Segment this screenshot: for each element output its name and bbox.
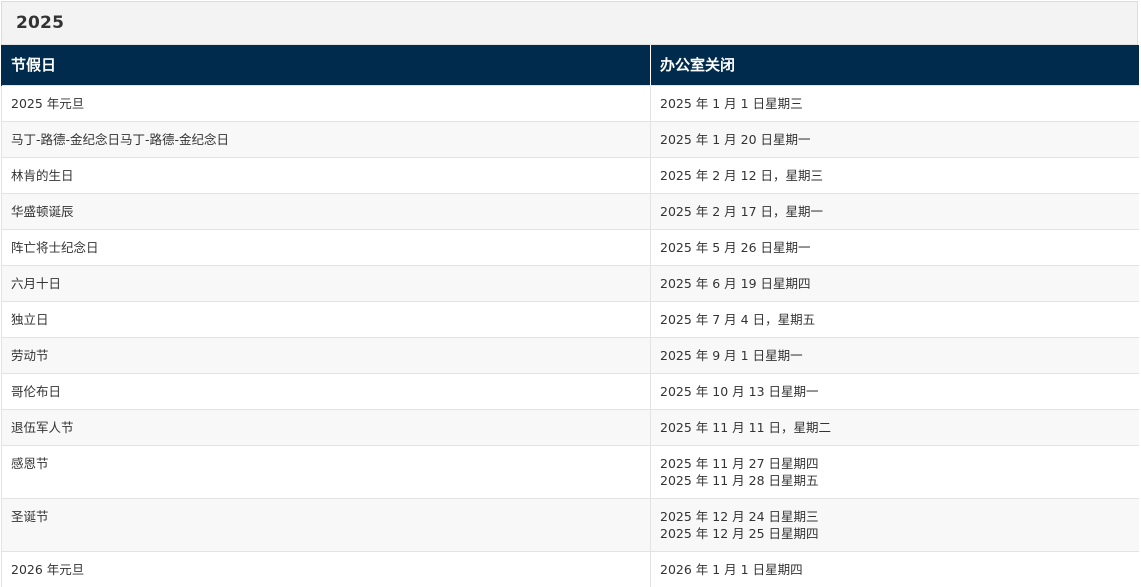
closure-date: 2025 年 10 月 13 日星期一 <box>660 383 819 399</box>
office-closed-cell: 2025 年 2 月 17 日，星期一 <box>650 192 1139 229</box>
holiday-panel: 2025 节假日 办公室关闭 2025 年元旦 2025 年 1 月 1 日星期三… <box>1 1 1139 587</box>
closure-date: 2025 年 6 月 19 日星期四 <box>660 275 811 291</box>
holiday-name-cell: 哥伦布日 <box>1 372 651 409</box>
panel-title: 2025 <box>16 13 65 33</box>
office-closed-cell: 2025 年 11 月 27 日星期四 2025 年 11 月 28 日星期五 <box>650 444 1139 498</box>
holiday-name-cell: 2025 年元旦 <box>1 84 651 121</box>
closure-date: 2025 年 2 月 12 日，星期三 <box>660 167 824 183</box>
office-closed-cell: 2025 年 10 月 13 日星期一 <box>650 372 1139 409</box>
office-closed-cell: 2025 年 2 月 12 日，星期三 <box>650 156 1139 193</box>
holiday-name-cell: 劳动节 <box>1 336 651 373</box>
table-row: 独立日 2025 年 7 月 4 日，星期五 <box>1 300 1139 337</box>
table-row: 六月十日 2025 年 6 月 19 日星期四 <box>1 264 1139 301</box>
closure-date: 2025 年 9 月 1 日星期一 <box>660 347 803 363</box>
holiday-name-cell: 圣诞节 <box>1 497 651 551</box>
office-closed-cell: 2026 年 1 月 1 日星期四 <box>650 550 1139 587</box>
holiday-name-cell: 六月十日 <box>1 264 651 301</box>
office-closed-cell: 2025 年 11 月 11 日，星期二 <box>650 408 1139 445</box>
office-closed-cell: 2025 年 6 月 19 日星期四 <box>650 264 1139 301</box>
closure-date: 2025 年 5 月 26 日星期一 <box>660 239 811 255</box>
holiday-table: 节假日 办公室关闭 2025 年元旦 2025 年 1 月 1 日星期三 马丁-路德… <box>1 45 1139 587</box>
table-row: 马丁-路德-金纪念日马丁-路德-金纪念日 2025 年 1 月 20 日星期一 <box>1 120 1139 157</box>
closure-date: 2025 年 1 月 20 日星期一 <box>660 131 811 147</box>
closure-date: 2025 年 2 月 17 日，星期一 <box>660 203 824 219</box>
holiday-name-cell: 2026 年元旦 <box>1 550 651 587</box>
table-row: 感恩节 2025 年 11 月 27 日星期四 2025 年 11 月 28 日星期… <box>1 444 1139 498</box>
table-row: 哥伦布日 2025 年 10 月 13 日星期一 <box>1 372 1139 409</box>
holiday-name-cell: 退伍军人节 <box>1 408 651 445</box>
holiday-name-cell: 华盛顿诞辰 <box>1 192 651 229</box>
closure-date: 2025 年 7 月 4 日，星期五 <box>660 311 816 327</box>
table-row: 劳动节 2025 年 9 月 1 日星期一 <box>1 336 1139 373</box>
panel-header: 2025 <box>2 2 1137 45</box>
holiday-name-cell: 林肯的生日 <box>1 156 651 193</box>
closure-date: 2025 年 12 月 24 日星期三 <box>660 508 819 524</box>
holiday-name-cell: 马丁-路德-金纪念日马丁-路德-金纪念日 <box>1 120 651 157</box>
closure-date: 2025 年 11 月 28 日星期五 <box>660 472 819 488</box>
holiday-name-cell: 独立日 <box>1 300 651 337</box>
closure-date: 2025 年 11 月 27 日星期四 <box>660 455 819 471</box>
table-row: 2026 年元旦 2026 年 1 月 1 日星期四 <box>1 550 1139 587</box>
table-row: 阵亡将士纪念日 2025 年 5 月 26 日星期一 <box>1 228 1139 265</box>
holiday-name-cell: 感恩节 <box>1 444 651 498</box>
table-header-row: 节假日 办公室关闭 <box>1 45 1139 85</box>
table-row: 林肯的生日 2025 年 2 月 12 日，星期三 <box>1 156 1139 193</box>
office-closed-cell: 2025 年 7 月 4 日，星期五 <box>650 300 1139 337</box>
closure-date: 2025 年 1 月 1 日星期三 <box>660 95 803 111</box>
column-header-holiday: 节假日 <box>1 45 651 85</box>
office-closed-cell: 2025 年 5 月 26 日星期一 <box>650 228 1139 265</box>
closure-date: 2025 年 11 月 11 日，星期二 <box>660 419 831 435</box>
table-body: 2025 年元旦 2025 年 1 月 1 日星期三 马丁-路德-金纪念日马丁-路德… <box>1 84 1139 587</box>
closure-date: 2025 年 12 月 25 日星期四 <box>660 525 819 541</box>
table-row: 2025 年元旦 2025 年 1 月 1 日星期三 <box>1 84 1139 121</box>
office-closed-cell: 2025 年 9 月 1 日星期一 <box>650 336 1139 373</box>
holiday-name-cell: 阵亡将士纪念日 <box>1 228 651 265</box>
table-row: 退伍军人节 2025 年 11 月 11 日，星期二 <box>1 408 1139 445</box>
closure-date: 2026 年 1 月 1 日星期四 <box>660 561 803 577</box>
column-header-office-closed: 办公室关闭 <box>650 45 1139 85</box>
office-closed-cell: 2025 年 12 月 24 日星期三 2025 年 12 月 25 日星期四 <box>650 497 1139 551</box>
office-closed-cell: 2025 年 1 月 20 日星期一 <box>650 120 1139 157</box>
table-row: 华盛顿诞辰 2025 年 2 月 17 日，星期一 <box>1 192 1139 229</box>
office-closed-cell: 2025 年 1 月 1 日星期三 <box>650 84 1139 121</box>
table-row: 圣诞节 2025 年 12 月 24 日星期三 2025 年 12 月 25 日星期… <box>1 497 1139 551</box>
